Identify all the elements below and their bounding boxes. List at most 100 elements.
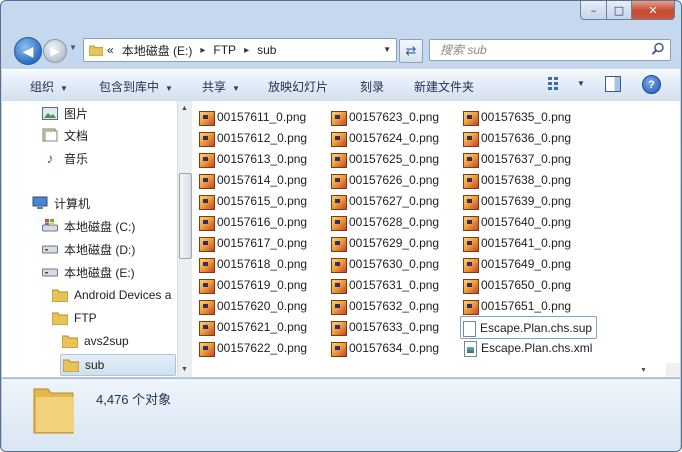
file-item[interactable]: 00157624_0.png [330,127,439,148]
burn-button[interactable]: 刻录 [360,78,384,95]
file-item[interactable]: 00157617_0.png [198,232,307,253]
search-icon[interactable] [651,42,665,56]
navigation-scrollbar[interactable]: ▲ ▼ [177,101,192,377]
scroll-right-icon[interactable]: ▼ [640,367,647,374]
share-menu[interactable]: 共享 ▼ [202,78,240,95]
file-item[interactable]: 00157611_0.png [198,106,306,127]
file-item[interactable]: 00157612_0.png [198,127,307,148]
nav-item-avs2sup[interactable]: avs2sup [62,331,129,351]
organize-menu[interactable]: 组织 ▼ [30,78,68,95]
file-item[interactable]: 00157616_0.png [198,211,307,232]
file-item[interactable]: 00157623_0.png [330,106,439,127]
search-input[interactable] [438,42,642,58]
scroll-up-icon[interactable]: ▲ [181,105,188,112]
folder-large-icon [33,388,74,434]
nav-item-label: avs2sup [84,334,129,348]
nav-item-documents[interactable]: 文档 [42,125,88,145]
file-item[interactable]: Escape.Plan.chs.sup [460,316,598,339]
file-item[interactable]: 00157613_0.png [198,148,307,169]
file-name: 00157641_0.png [481,235,572,250]
file-name: 00157622_0.png [217,340,308,355]
scroll-corner [666,363,680,377]
breadcrumb-sub[interactable]: sub [257,43,276,57]
chevron-down-icon: ▼ [232,84,240,93]
forward-button[interactable]: ▶ [43,39,67,63]
nav-item-android-devices[interactable]: Android Devices a [52,285,171,305]
file-item[interactable]: 00157635_0.png [462,106,571,127]
change-view-button[interactable]: ▼ [547,76,585,90]
png-file-icon [330,214,347,231]
nav-item-pictures[interactable]: 图片 [42,103,88,123]
breadcrumb-drive-e[interactable]: 本地磁盘 (E:) [122,42,193,59]
nav-item-sub[interactable]: sub [60,354,176,376]
png-file-icon [198,172,215,189]
preview-pane-button[interactable] [605,76,621,92]
file-item[interactable]: 00157621_0.png [198,316,307,337]
file-name: 00157633_0.png [349,319,440,334]
nav-item-ftp[interactable]: FTP [52,308,97,328]
address-dropdown-icon[interactable]: ▼ [383,45,391,54]
recent-pages-dropdown-icon[interactable]: ▼ [69,43,77,52]
file-item[interactable]: 00157626_0.png [330,169,439,190]
chevron-down-icon: ▼ [60,84,68,93]
file-item[interactable]: 00157625_0.png [330,148,439,169]
explorer-window: – □ ✕ ◀ ▶ ▼ « 本地磁盘 (E:) ▸ FTP ▸ sub ▼ ⇄ [0,0,682,452]
chevron-down-icon[interactable]: ▼ [577,79,585,88]
nav-item-computer[interactable]: 计算机 [32,193,90,213]
slideshow-button[interactable]: 放映幻灯片 [268,78,328,95]
file-item[interactable]: 00157618_0.png [198,253,307,274]
nav-item-drive-c[interactable]: 本地磁盘 (C:) [42,216,135,236]
scroll-thumb[interactable] [179,173,192,259]
search-box[interactable] [429,39,671,61]
refresh-button[interactable]: ⇄ [399,39,423,63]
file-item[interactable]: 00157620_0.png [198,295,307,316]
file-item[interactable]: 00157629_0.png [330,232,439,253]
view-icon [548,77,558,90]
nav-item-music[interactable]: ♪ 音乐 [42,148,89,168]
close-button[interactable]: ✕ [632,1,675,20]
png-file-icon [198,298,215,315]
file-item[interactable]: 00157634_0.png [330,337,439,358]
minimize-button[interactable]: – [580,1,607,20]
maximize-button[interactable]: □ [607,1,632,20]
breadcrumb-overflow[interactable]: « [107,43,114,57]
file-item[interactable]: Escape.Plan.chs.xml [462,337,592,358]
file-item[interactable]: 00157637_0.png [462,148,571,169]
file-item[interactable]: 00157640_0.png [462,211,571,232]
file-list: ▼ 00157611_0.png 00157612_0.png 00157613_0… [192,101,680,377]
file-item[interactable]: 00157633_0.png [330,316,439,337]
file-item[interactable]: 00157636_0.png [462,127,571,148]
include-in-library-menu[interactable]: 包含到库中 ▼ [99,78,173,95]
new-folder-button[interactable]: 新建文件夹 [414,78,474,95]
file-item[interactable]: 00157632_0.png [330,295,439,316]
file-item[interactable]: 00157641_0.png [462,232,571,253]
png-file-icon [198,340,215,357]
nav-item-drive-d[interactable]: 本地磁盘 (D:) [42,239,135,259]
file-item[interactable]: 00157649_0.png [462,253,571,274]
scroll-down-icon[interactable]: ▼ [181,366,188,373]
png-file-icon [198,256,215,273]
caption-buttons: – □ ✕ [580,1,675,20]
file-item[interactable]: 00157651_0.png [462,295,571,316]
file-item[interactable]: 00157638_0.png [462,169,571,190]
file-item[interactable]: 00157650_0.png [462,274,571,295]
nav-item-drive-e[interactable]: 本地磁盘 (E:) [42,262,135,282]
png-file-icon [198,214,215,231]
file-item[interactable]: 00157615_0.png [198,190,307,211]
back-button[interactable]: ◀ [14,37,42,65]
help-button[interactable]: ? [642,75,661,94]
file-item[interactable]: 00157614_0.png [198,169,307,190]
breadcrumb-ftp[interactable]: FTP [213,43,236,57]
file-item[interactable]: 00157619_0.png [198,274,307,295]
file-item[interactable]: 00157622_0.png [198,337,307,358]
breadcrumb-separator[interactable]: ▸ [244,45,249,56]
file-item[interactable]: 00157627_0.png [330,190,439,211]
breadcrumb-separator[interactable]: ▸ [200,45,205,56]
png-file-icon [462,298,479,315]
address-bar[interactable]: « 本地磁盘 (E:) ▸ FTP ▸ sub ▼ [83,38,397,62]
file-item[interactable]: 00157630_0.png [330,253,439,274]
png-file-icon [198,235,215,252]
file-item[interactable]: 00157628_0.png [330,211,439,232]
file-item[interactable]: 00157631_0.png [330,274,439,295]
file-item[interactable]: 00157639_0.png [462,190,571,211]
